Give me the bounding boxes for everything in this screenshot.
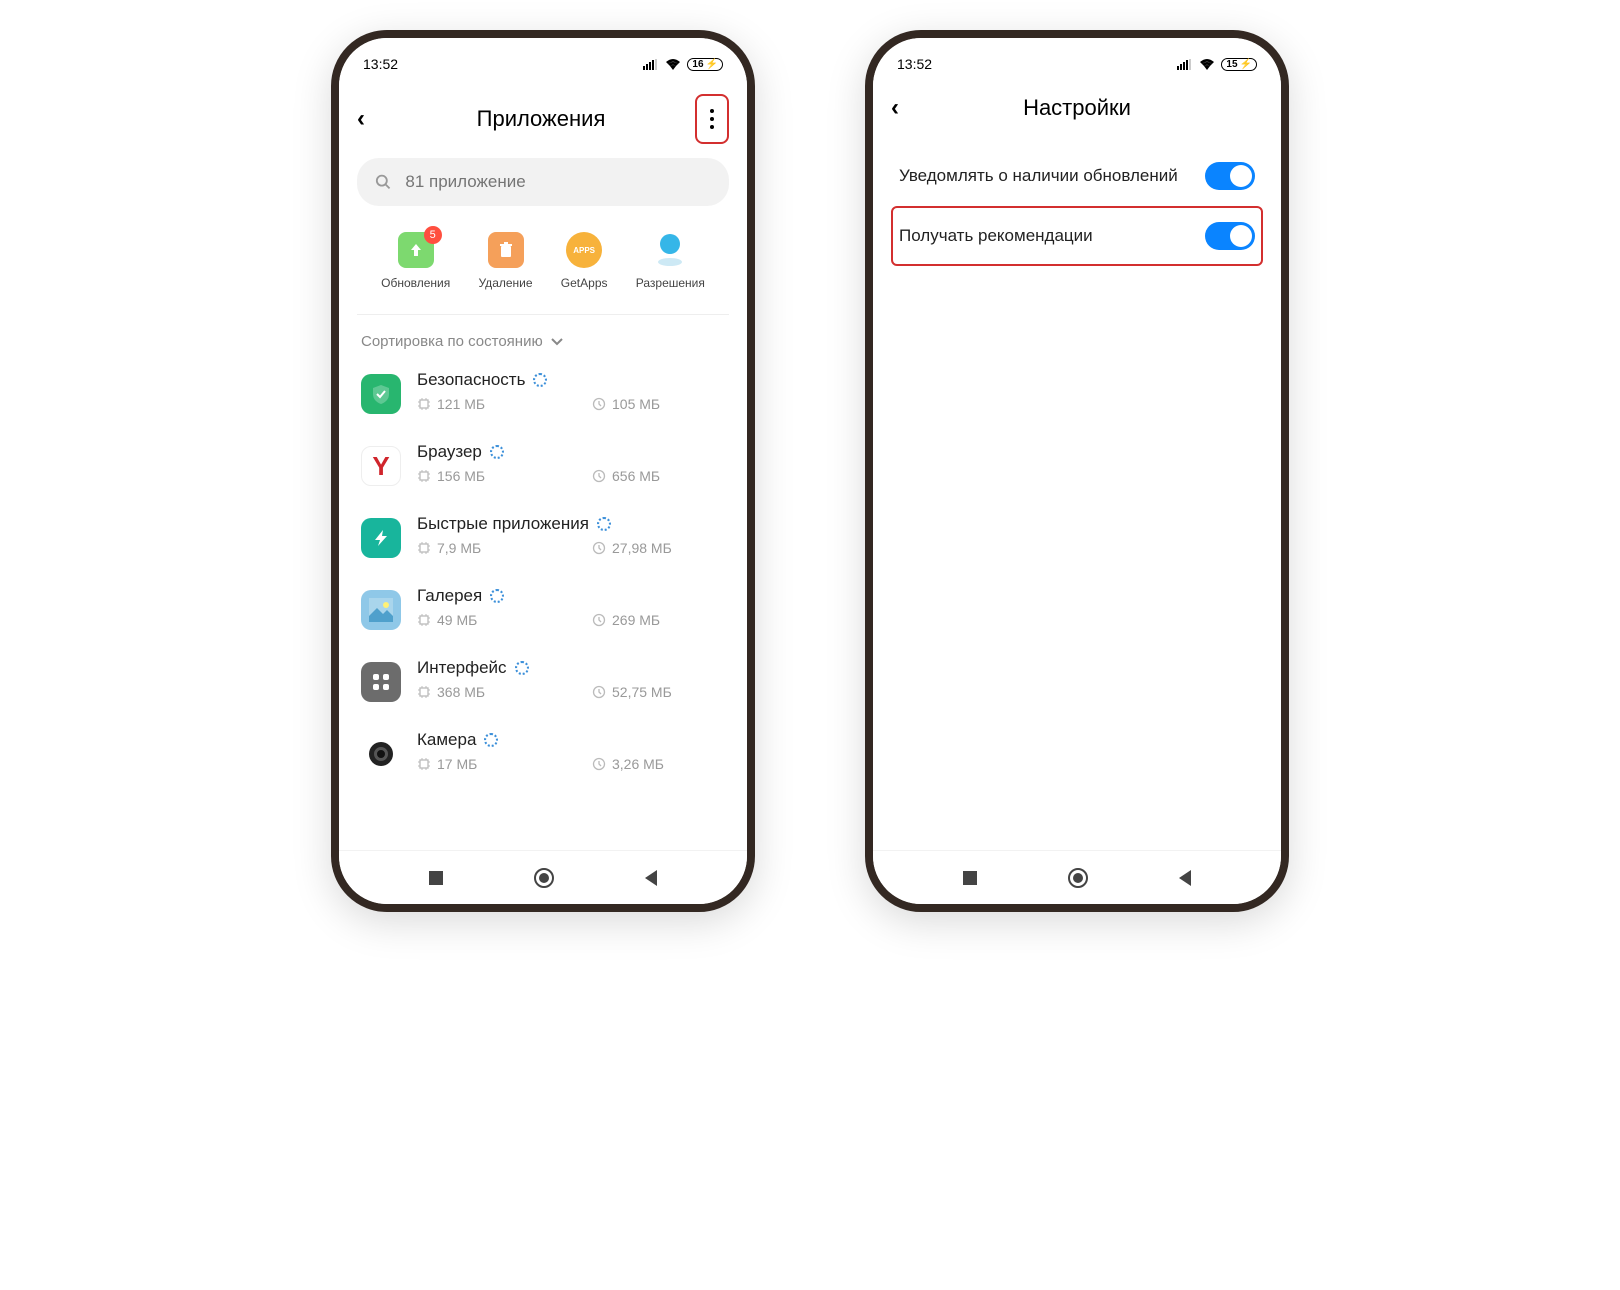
- app-name: Интерфейс: [417, 658, 507, 678]
- back-button[interactable]: ‹: [357, 105, 387, 133]
- nav-bar: [339, 850, 747, 904]
- nav-bar: [873, 850, 1281, 904]
- battery-indicator: 15⚡: [1221, 58, 1257, 71]
- app-list: Безопасность 121 МБ105 МБ Y Браузер 156 МБ65…: [339, 356, 747, 850]
- getapps-icon: APPS: [573, 246, 595, 255]
- status-time: 13:52: [363, 56, 398, 72]
- storage-stat: 7,9 МБ: [417, 540, 592, 556]
- app-name: Камера: [417, 730, 476, 750]
- app-item[interactable]: Интерфейс 368 МБ52,75 МБ: [361, 644, 725, 716]
- storage-stat: 121 МБ: [417, 396, 592, 412]
- quick-label: Удаление: [479, 276, 533, 290]
- app-item[interactable]: Камера 17 МБ3,26 МБ: [361, 716, 725, 786]
- quick-label: Разрешения: [636, 276, 705, 290]
- trash-icon: [497, 241, 515, 259]
- quick-getapps[interactable]: APPS GetApps: [561, 232, 608, 290]
- app-item[interactable]: Галерея 49 МБ269 МБ: [361, 572, 725, 644]
- power-button: [1287, 368, 1289, 428]
- recents-button[interactable]: [961, 869, 979, 887]
- volume-button: [753, 238, 755, 338]
- page-title: Настройки: [1023, 95, 1131, 121]
- toggle-recommendations[interactable]: [1205, 222, 1255, 250]
- updates-badge: 5: [424, 226, 442, 244]
- quick-uninstall[interactable]: Удаление: [479, 232, 533, 290]
- app-icon: [361, 590, 401, 630]
- storage-stat: 49 МБ: [417, 612, 592, 628]
- battery-indicator: 16⚡: [687, 58, 723, 71]
- runtime-stat: 3,26 МБ: [592, 756, 664, 772]
- setting-recommendations[interactable]: Получать рекомендации: [891, 206, 1263, 266]
- runtime-stat: 52,75 МБ: [592, 684, 672, 700]
- setting-label: Уведомлять о наличии обновлений: [899, 165, 1178, 187]
- phone-right: 13:52 15⚡ ‹ Настройки Уведомлять о налич…: [865, 30, 1289, 912]
- runtime-stat: 27,98 МБ: [592, 540, 672, 556]
- loading-icon: [490, 445, 504, 459]
- overflow-menu-button[interactable]: [695, 94, 729, 144]
- app-icon: [361, 662, 401, 702]
- app-name: Безопасность: [417, 370, 525, 390]
- storage-stat: 368 МБ: [417, 684, 592, 700]
- sort-dropdown[interactable]: Сортировка по состоянию: [339, 315, 747, 356]
- search-bar[interactable]: [357, 158, 729, 206]
- loading-icon: [533, 373, 547, 387]
- signal-icon: [1177, 59, 1193, 70]
- app-name: Галерея: [417, 586, 482, 606]
- phone-left: 13:52 16⚡ ‹ Приложения 5: [331, 30, 755, 912]
- storage-stat: 156 МБ: [417, 468, 592, 484]
- app-icon: Y: [361, 446, 401, 486]
- search-icon: [375, 173, 391, 191]
- volume-button: [1287, 238, 1289, 338]
- loading-icon: [597, 517, 611, 531]
- runtime-stat: 269 МБ: [592, 612, 660, 628]
- loading-icon: [515, 661, 529, 675]
- quick-updates[interactable]: 5 Обновления: [381, 232, 450, 290]
- app-item[interactable]: Быстрые приложения 7,9 МБ27,98 МБ: [361, 500, 725, 572]
- runtime-stat: 656 МБ: [592, 468, 660, 484]
- sort-label: Сортировка по состоянию: [361, 333, 543, 350]
- app-icon: [369, 742, 393, 766]
- loading-icon: [490, 589, 504, 603]
- power-button: [753, 368, 755, 428]
- back-nav-button[interactable]: [1177, 869, 1193, 887]
- home-button[interactable]: [1067, 867, 1089, 889]
- app-item[interactable]: Y Браузер 156 МБ656 МБ: [361, 428, 725, 500]
- app-header: ‹ Настройки: [873, 84, 1281, 136]
- status-time: 13:52: [897, 56, 932, 72]
- chevron-down-icon: [551, 338, 563, 346]
- wifi-icon: [1199, 58, 1215, 70]
- app-header: ‹ Приложения: [339, 84, 747, 158]
- status-bar: 13:52 16⚡: [339, 44, 747, 84]
- loading-icon: [484, 733, 498, 747]
- app-name: Браузер: [417, 442, 482, 462]
- settings-list: Уведомлять о наличии обновлений Получать…: [873, 136, 1281, 276]
- setting-notify-updates[interactable]: Уведомлять о наличии обновлений: [891, 146, 1263, 206]
- quick-actions: 5 Обновления Удаление APPS GetApps: [357, 206, 729, 315]
- runtime-stat: 105 МБ: [592, 396, 660, 412]
- search-input[interactable]: [405, 172, 711, 192]
- app-item[interactable]: Безопасность 121 МБ105 МБ: [361, 356, 725, 428]
- app-name: Быстрые приложения: [417, 514, 589, 534]
- back-button[interactable]: ‹: [891, 94, 921, 122]
- status-bar: 13:52 15⚡: [873, 44, 1281, 84]
- storage-stat: 17 МБ: [417, 756, 592, 772]
- toggle-notify-updates[interactable]: [1205, 162, 1255, 190]
- setting-label: Получать рекомендации: [899, 225, 1093, 247]
- recents-button[interactable]: [427, 869, 445, 887]
- wifi-icon: [665, 58, 681, 70]
- back-nav-button[interactable]: [643, 869, 659, 887]
- app-icon: [361, 374, 401, 414]
- page-title: Приложения: [477, 106, 606, 132]
- app-icon: [361, 518, 401, 558]
- updates-icon: [407, 241, 425, 259]
- quick-label: Обновления: [381, 276, 450, 290]
- quick-permissions[interactable]: Разрешения: [636, 232, 705, 290]
- signal-icon: [643, 59, 659, 70]
- permissions-icon: [656, 234, 684, 266]
- quick-label: GetApps: [561, 276, 608, 290]
- home-button[interactable]: [533, 867, 555, 889]
